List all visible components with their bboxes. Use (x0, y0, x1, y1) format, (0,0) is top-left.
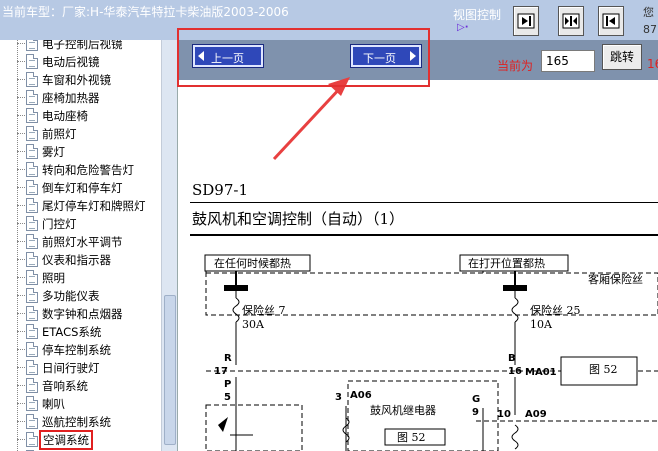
fuse-25-label: 保险丝 25 (530, 303, 581, 317)
fuse-7-label: 保险丝 7 (242, 303, 286, 317)
connector-ma01: MA01 (525, 367, 557, 378)
fuse-7-amp: 30A (242, 318, 265, 331)
connector-a06: A06 (350, 390, 372, 401)
fuse-25-amp: 10A (530, 318, 553, 331)
wiring-diagram: 在任何时候都热 在打开位置都热 客厢保险丝 保险丝 7 30A 保险丝 25 1… (204, 254, 658, 451)
wire-color-p: P (224, 379, 231, 390)
wire-color-g: G (472, 394, 480, 405)
pin-17: 17 (214, 366, 228, 377)
power-label-always: 在任何时候都热 (214, 256, 291, 270)
connector-a09: A09 (525, 409, 547, 420)
app-window: 当前车型：厂家:H-华泰汽车特拉卡柴油版2003-2006 视图控制 ▷· 您 … (0, 0, 658, 451)
divider (190, 202, 658, 203)
wire-color-r: R (224, 353, 232, 364)
annotation-highlight-box (177, 28, 430, 87)
pin-10: 10 (497, 409, 511, 420)
wire-color-b: B (508, 353, 516, 364)
pin-3: 3 (335, 392, 342, 403)
divider (190, 234, 658, 236)
pin-9: 9 (472, 407, 479, 418)
pin-5: 5 (224, 392, 231, 403)
document-code: SD97-1 (192, 181, 249, 199)
figure-ref: 图 52 (397, 431, 426, 444)
blower-relay-label: 鼓风机继电器 (370, 403, 436, 417)
pin-16: 16 (508, 366, 522, 377)
power-label-on: 在打开位置都热 (468, 256, 545, 270)
document-title: 鼓风机和空调控制（自动）（1） (192, 210, 405, 228)
figure-ref: 图 52 (589, 363, 618, 376)
cabin-fuse-label: 客厢保险丝 (588, 272, 643, 286)
